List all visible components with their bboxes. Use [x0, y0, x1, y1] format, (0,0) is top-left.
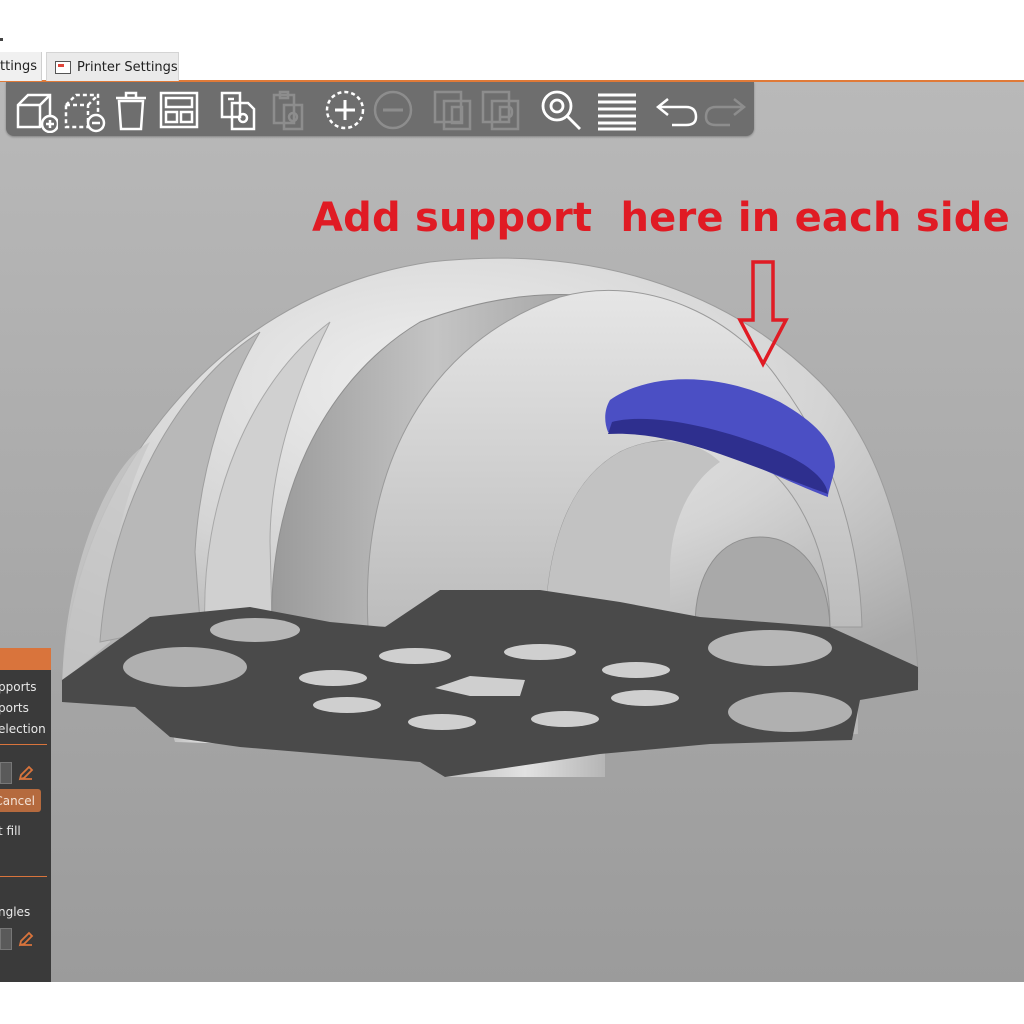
delete-icon	[64, 93, 106, 133]
block-supports-label: ports	[0, 701, 29, 715]
add-instance-icon	[325, 90, 365, 130]
add-instance-button[interactable]	[322, 87, 368, 133]
delete-all-icon	[116, 91, 146, 131]
search-icon	[541, 90, 581, 130]
3d-viewport[interactable]: Add support here in each side pports por…	[0, 82, 1024, 982]
redo-icon	[704, 98, 747, 127]
smart-fill-label: t fill	[0, 824, 21, 838]
redo-button[interactable]	[702, 87, 748, 133]
printer-settings-icon	[55, 60, 71, 74]
tab-print-settings[interactable]: ttings	[0, 52, 42, 81]
add-icon	[16, 93, 60, 134]
copy-button[interactable]	[216, 87, 262, 133]
window-corner-mark	[0, 38, 3, 41]
down-arrow-icon	[737, 260, 789, 368]
enforce-supports-label: pports	[0, 680, 37, 694]
split-parts-button[interactable]	[478, 87, 524, 133]
delete-button[interactable]	[60, 87, 106, 133]
tab-print-settings-label: ttings	[0, 59, 38, 74]
bottom-margin	[0, 982, 1024, 1024]
panel-divider	[0, 744, 47, 745]
support-paint-panel: pports ports election Cancel t fill ngle…	[0, 648, 51, 982]
split-objects-button[interactable]	[430, 87, 476, 133]
layers-button[interactable]	[594, 87, 640, 133]
remove-instance-button[interactable]	[370, 87, 416, 133]
undo-icon	[655, 98, 698, 127]
undo-button[interactable]	[654, 87, 700, 133]
edit-icon[interactable]	[17, 764, 35, 782]
arrange-icon	[159, 91, 199, 129]
layers-icon	[598, 93, 636, 131]
arrange-button[interactable]	[156, 87, 202, 133]
search-button[interactable]	[538, 87, 584, 133]
split-parts-icon	[481, 90, 520, 131]
annotation-text: Add support here in each side	[312, 195, 1010, 241]
delete-all-button[interactable]	[108, 87, 154, 133]
tab-printer-settings[interactable]: Printer Settings	[46, 52, 179, 81]
edit-icon-2[interactable]	[17, 930, 35, 948]
add-button[interactable]	[12, 87, 60, 134]
panel-header	[0, 648, 51, 670]
paste-icon	[272, 90, 304, 131]
remove-selection-label: election	[0, 722, 46, 736]
cancel-button[interactable]: Cancel	[0, 789, 41, 812]
split-objects-icon	[433, 90, 472, 131]
cursor-size-field[interactable]	[0, 762, 12, 784]
copy-icon	[220, 91, 256, 131]
angle-field[interactable]	[0, 928, 12, 950]
paste-button[interactable]	[264, 87, 310, 133]
main-toolbar	[6, 82, 754, 136]
tab-printer-settings-label: Printer Settings	[77, 59, 178, 75]
angles-label: ngles	[0, 905, 31, 919]
panel-divider-2	[0, 876, 47, 877]
remove-instance-icon	[373, 90, 413, 130]
tab-bar: ttings Printer Settings	[0, 52, 1024, 82]
